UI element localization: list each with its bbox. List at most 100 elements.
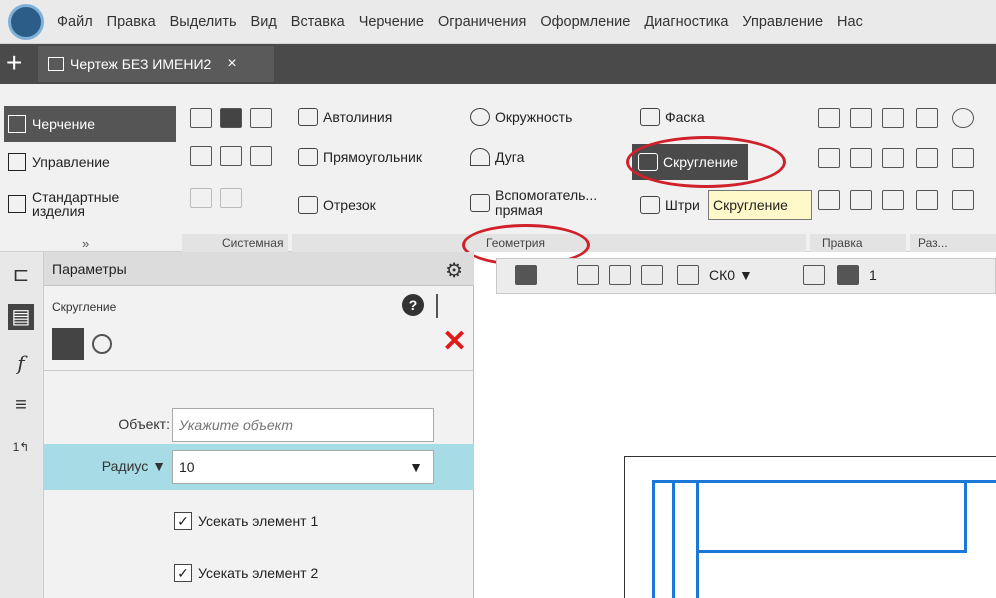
chevron-down-icon: ▼ [409, 459, 423, 475]
new-file-icon[interactable] [190, 108, 212, 128]
menu-diagnostics[interactable]: Диагностика [637, 14, 735, 30]
save-as-icon[interactable] [250, 146, 272, 166]
chevron-down-icon: ▼ [738, 267, 753, 283]
segment-icon [298, 196, 318, 214]
stamp-line [696, 550, 966, 553]
close-tab-button[interactable]: × [227, 55, 236, 73]
grid-icon[interactable] [677, 265, 699, 285]
radius-select[interactable]: 10 ▼ [172, 450, 434, 484]
snap-icon[interactable] [609, 265, 631, 285]
menu-drawing[interactable]: Черчение [352, 14, 431, 30]
object-label: Объект: [118, 416, 170, 432]
scale-field[interactable]: 1 [869, 267, 877, 283]
divider [44, 370, 474, 371]
radius-label[interactable]: Радиус ▼ [74, 458, 166, 474]
rectangle-icon [298, 148, 318, 166]
rotate-icon[interactable] [818, 190, 840, 210]
menu-select[interactable]: Выделить [163, 14, 244, 30]
document-tab[interactable]: Чертеж БЕЗ ИМЕНИ2 × [38, 46, 274, 82]
check-icon: ✓ [174, 564, 192, 582]
gear-icon[interactable]: ⚙ [445, 258, 463, 283]
help-icon[interactable]: ? [402, 294, 424, 316]
arc-icon [470, 148, 490, 166]
extend-icon[interactable] [850, 108, 872, 128]
drawing-icon [8, 115, 26, 133]
new-tab-button[interactable]: + [6, 48, 22, 78]
linear-dim-icon[interactable] [916, 148, 938, 168]
left-sidebar: ⊏ ▤ f ≡ 1↰ [0, 252, 44, 598]
ribbon-nav-standard-parts[interactable]: Стандартные изделия [4, 186, 176, 222]
chamfer-button[interactable]: Фаска [640, 108, 705, 126]
menu-edit[interactable]: Правка [100, 14, 163, 30]
parameters-header: Параметры [44, 252, 474, 286]
auxiliary-line-button[interactable]: Вспомогатель... прямая [470, 188, 635, 218]
circle-button[interactable]: Окружность [470, 108, 572, 126]
coordinate-system-select[interactable]: СК0 ▼ [709, 267, 753, 283]
parallel-icon[interactable] [577, 265, 599, 285]
ortho-icon[interactable] [803, 265, 825, 285]
style-icon[interactable] [515, 265, 537, 285]
diameter-icon[interactable] [952, 108, 974, 128]
autoline-button[interactable]: Автолиния [298, 108, 392, 126]
ordinate-dim-icon[interactable] [916, 190, 938, 210]
object-field[interactable] [172, 408, 434, 442]
menu-file[interactable]: Файл [50, 14, 100, 30]
radial-dim-icon[interactable] [952, 190, 974, 210]
copy-icon[interactable] [850, 148, 872, 168]
move-icon[interactable] [818, 148, 840, 168]
parameters-icon[interactable]: ▤ [8, 304, 34, 330]
symmetry-icon[interactable] [916, 108, 938, 128]
auxiliary-line-icon [470, 194, 490, 212]
menu-design[interactable]: Оформление [533, 14, 637, 30]
segment-button[interactable]: Отрезок [298, 196, 376, 214]
open-folder-icon[interactable] [220, 108, 242, 128]
hatch-button[interactable]: Штри [640, 196, 700, 214]
frame-column-line [696, 480, 699, 598]
trim-element-2-checkbox[interactable]: ✓ Усекать элемент 2 [174, 564, 318, 582]
menu-view[interactable]: Вид [244, 14, 284, 30]
document-tab-title: Чертеж БЕЗ ИМЕНИ2 [70, 56, 212, 72]
mirror-icon[interactable] [882, 148, 904, 168]
ribbon-nav-management[interactable]: Управление [4, 144, 176, 180]
standard-parts-icon [8, 195, 26, 213]
menu-insert[interactable]: Вставка [284, 14, 352, 30]
close-icon[interactable]: ✕ [442, 324, 467, 359]
variables-icon[interactable]: f [8, 350, 34, 376]
hatch-icon [640, 196, 660, 214]
tree-icon[interactable]: ⊏ [8, 262, 34, 288]
redo-icon[interactable] [220, 188, 242, 208]
circle-icon [470, 108, 490, 126]
drawing-doc-icon [48, 57, 64, 71]
stamp-right-line [964, 480, 967, 553]
fillet-circle-mode-icon[interactable] [92, 334, 112, 354]
fillet-mode-icon[interactable] [52, 328, 84, 360]
angle-dim-icon[interactable] [952, 148, 974, 168]
ribbon-nav-drawing[interactable]: Черчение [4, 106, 176, 142]
frame-top-line [652, 480, 996, 483]
group-label-size: Раз... [910, 234, 996, 252]
local-snap-icon[interactable] [641, 265, 663, 285]
numbering-icon[interactable]: 1↰ [8, 434, 34, 460]
break-icon[interactable] [882, 108, 904, 128]
preview-icon[interactable] [220, 146, 242, 166]
save-icon[interactable] [250, 108, 272, 128]
trim-element-1-checkbox[interactable]: ✓ Усекать элемент 1 [174, 512, 318, 530]
frame-left-line [652, 480, 655, 598]
print-icon[interactable] [190, 146, 212, 166]
group-label-system: Системная [182, 234, 288, 252]
ribbon-collapse-button[interactable]: » [82, 236, 89, 251]
rectangle-button[interactable]: Прямоугольник [298, 148, 422, 166]
drawing-canvas[interactable] [474, 298, 996, 598]
arc-button[interactable]: Дуга [470, 148, 524, 166]
deform-icon[interactable] [882, 190, 904, 210]
menu-constraints[interactable]: Ограничения [431, 14, 533, 30]
tree-toggle-icon[interactable] [436, 294, 452, 318]
menu-settings[interactable]: Нас [830, 14, 870, 30]
menu-management[interactable]: Управление [735, 14, 830, 30]
app-logo-icon [8, 3, 44, 40]
layers-icon[interactable]: ≡ [8, 392, 34, 418]
undo-icon[interactable] [190, 188, 212, 208]
trim-icon[interactable] [818, 108, 840, 128]
magnet-icon[interactable] [837, 265, 859, 285]
scale-icon[interactable] [850, 190, 872, 210]
